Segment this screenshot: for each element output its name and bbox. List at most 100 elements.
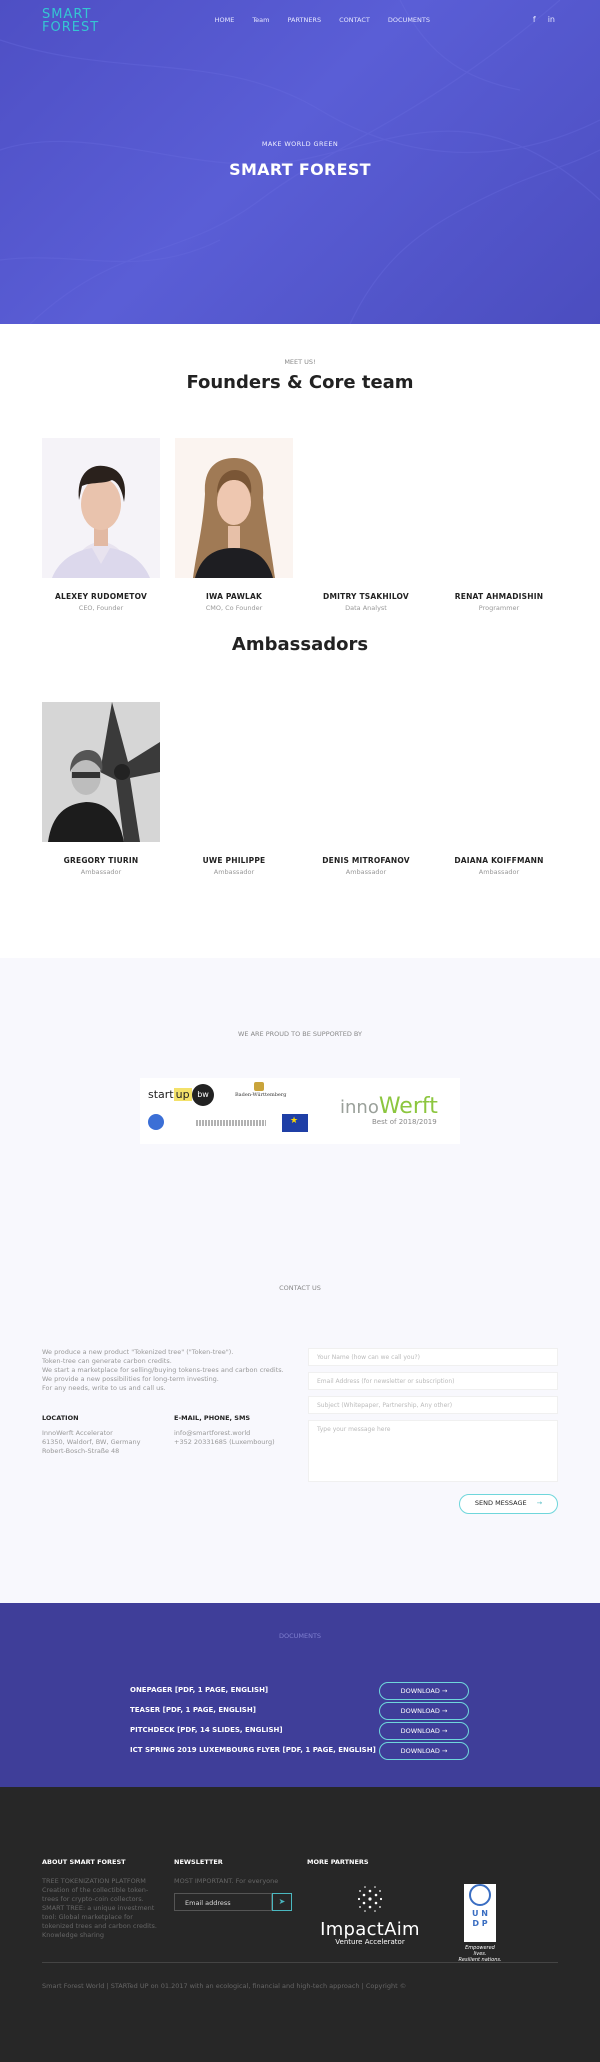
ambassador-card: UWE PHILIPPE Ambassador (175, 702, 293, 876)
download-button[interactable]: DOWNLOAD → (379, 1702, 469, 1720)
location-line: 61350, Waldorf, BW, Germany (42, 1438, 141, 1446)
hero-section: SMART FOREST HOME Team PARTNERS CONTACT … (0, 0, 600, 324)
undp-logo[interactable]: U N D P Empowered lives. Resilient natio… (458, 1880, 502, 1963)
nav-documents[interactable]: DOCUMENTS (388, 16, 430, 24)
about-line: TREE TOKENIZATION PLATFORM (42, 1877, 146, 1885)
about-line: trees for crypto-coin collectors. (42, 1895, 144, 1903)
hero-tagline: MAKE WORLD GREEN (261, 140, 339, 148)
undp-letters-1: U N (472, 1909, 488, 1918)
member-role: Data Analyst (345, 604, 387, 612)
member-photo-empty (307, 438, 425, 578)
innovation-logo (148, 1114, 164, 1130)
intro-line: Token-tree can generate carbon credits. (42, 1357, 172, 1365)
about-text: TREE TOKENIZATION PLATFORM Creation of t… (42, 1877, 162, 1940)
ambassador-card: DENIS MITROFANOV Ambassador (307, 702, 425, 876)
about-line: tool: Global marketplace for (42, 1913, 133, 1921)
member-name: IWA PAWLAK (205, 592, 263, 601)
intro-line: We provide a new possibilities for long-… (42, 1375, 219, 1383)
facebook-icon[interactable]: f (533, 15, 536, 24)
nav-team[interactable]: Team (252, 16, 269, 24)
document-title: TEASER [PDF, 1 PAGE, ENGLISH] (130, 1706, 256, 1714)
copyright: Smart Forest World | STARTed UP on 01.20… (42, 1982, 407, 1990)
startup-text: start (148, 1088, 174, 1101)
team-member-card: DMITRY TSAKHILOV Data Analyst (307, 438, 425, 612)
send-message-button[interactable]: SEND MESSAGE → (459, 1494, 558, 1514)
document-row: ICT SPRING 2019 LUXEMBOURG FLYER [PDF, 1… (130, 1742, 470, 1760)
documents-label: DOCUMENTS (278, 1632, 322, 1640)
send-icon[interactable]: ➤ (272, 1893, 292, 1911)
ambassador-name: DENIS MITROFANOV (322, 856, 410, 865)
impactaim-burst-icon (357, 1886, 383, 1912)
about-heading: ABOUT SMART FOREST (42, 1858, 126, 1866)
logo-line-2: FOREST (42, 20, 100, 35)
member-role: Programmer (478, 604, 520, 612)
ambassador-role: Ambassador (80, 868, 122, 876)
document-row: TEASER [PDF, 1 PAGE, ENGLISH] DOWNLOAD → (130, 1702, 470, 1720)
undp-letters-2: D P (472, 1919, 488, 1928)
intro-line: For any needs, write to us and call us. (42, 1384, 166, 1392)
member-role: CMO, Co Founder (205, 604, 263, 612)
member-photo (42, 438, 160, 578)
member-name: ALEXEY RUDOMETOV (54, 592, 147, 601)
name-field[interactable]: Your Name (how can we call you?) (308, 1348, 558, 1366)
about-line: SMART TREE: a unique investment (42, 1904, 155, 1912)
undp-sub-1: Empowered lives. (465, 1945, 495, 1957)
baden-wuerttemberg-logo[interactable]: Baden-Württemberg (235, 1092, 286, 1098)
download-button[interactable]: DOWNLOAD → (379, 1682, 469, 1700)
about-line: Knowledge sharing (42, 1931, 105, 1939)
newsletter-email-input[interactable]: Email address (174, 1893, 272, 1911)
ambassador-name: DAIANA KOIFFMANN (454, 856, 544, 865)
contact-label: CONTACT US (279, 1284, 321, 1292)
subject-field[interactable]: Subject (Whitepaper, Partnership, Any ot… (308, 1396, 558, 1414)
arrow-right-icon: → (536, 1499, 543, 1507)
startup-up-text: up (173, 1088, 192, 1101)
ambassador-card: GREGORY TIURIN Ambassador (42, 702, 160, 876)
ambassador-name: UWE PHILIPPE (202, 856, 266, 865)
contact-email-link[interactable]: info@smartforest.world (174, 1429, 275, 1438)
social-links: f in (533, 15, 555, 24)
startup-bw-logo[interactable]: start up (148, 1088, 192, 1101)
partners-heading: MORE PARTNERS (307, 1858, 369, 1866)
partner-logos: startup bw Baden-Württemberg innoWerft B… (140, 1078, 460, 1144)
innowerft-best: Best of 2018/2019 (372, 1118, 437, 1126)
contact-phone[interactable]: +352 20331685 (Luxembourg) (174, 1438, 275, 1447)
nav-home[interactable]: HOME (215, 16, 235, 24)
team-member-card: ALEXEY RUDOMETOV CEO, Founder (42, 438, 160, 612)
about-line: tokenized trees and carbon credits. (42, 1922, 157, 1930)
team-title: Founders & Core team (186, 372, 414, 393)
download-button[interactable]: DOWNLOAD → (379, 1742, 469, 1760)
footer-divider (42, 1962, 558, 1963)
innowerft-logo[interactable]: innoWerft (340, 1094, 438, 1119)
member-name: RENAT AHMADISHIN (454, 592, 544, 601)
support-label: WE ARE PROUD TO BE SUPPORTED BY (237, 1030, 362, 1038)
member-role: CEO, Founder (78, 604, 124, 612)
un-globe-icon (469, 1884, 491, 1906)
message-field[interactable]: Type your message here (308, 1420, 558, 1482)
document-title: PITCHDECK [PDF, 14 SLIDES, ENGLISH] (130, 1726, 283, 1734)
intro-line: We produce a new product "Tokenized tree… (42, 1348, 234, 1356)
ambassador-name: GREGORY TIURIN (63, 856, 139, 865)
document-row: ONEPAGER [PDF, 1 PAGE, ENGLISH] DOWNLOAD… (130, 1682, 470, 1700)
ambassador-role: Ambassador (478, 868, 520, 876)
ambassadors-title: Ambassadors (231, 634, 369, 655)
email-field[interactable]: Email Address (for newsletter or subscri… (308, 1372, 558, 1390)
linkedin-icon[interactable]: in (548, 15, 555, 24)
ambassador-photo-empty (440, 702, 558, 842)
undp-box: U N D P (464, 1884, 496, 1942)
newsletter-heading: NEWSLETTER (174, 1858, 223, 1866)
impactaim-logo[interactable]: ImpactAim Venture Accelerator (306, 1885, 434, 1946)
nav-contact[interactable]: CONTACT (339, 16, 370, 24)
member-name: DMITRY TSAKHILOV (323, 592, 409, 601)
site-logo[interactable]: SMART FOREST (42, 8, 112, 34)
nav-partners[interactable]: PARTNERS (288, 16, 322, 24)
bw-logo: bw (192, 1084, 214, 1106)
email-heading: E-MAIL, PHONE, SMS (174, 1414, 251, 1422)
document-title: ICT SPRING 2019 LUXEMBOURG FLYER [PDF, 1… (130, 1746, 376, 1754)
ambassador-photo (42, 702, 160, 842)
team-member-card: IWA PAWLAK CMO, Co Founder (175, 438, 293, 612)
about-line: Creation of the collectible token- (42, 1886, 149, 1894)
download-button[interactable]: DOWNLOAD → (379, 1722, 469, 1740)
member-photo-empty (440, 438, 558, 578)
document-title: ONEPAGER [PDF, 1 PAGE, ENGLISH] (130, 1686, 269, 1694)
location-line: InnoWerft Accelerator (42, 1429, 113, 1437)
